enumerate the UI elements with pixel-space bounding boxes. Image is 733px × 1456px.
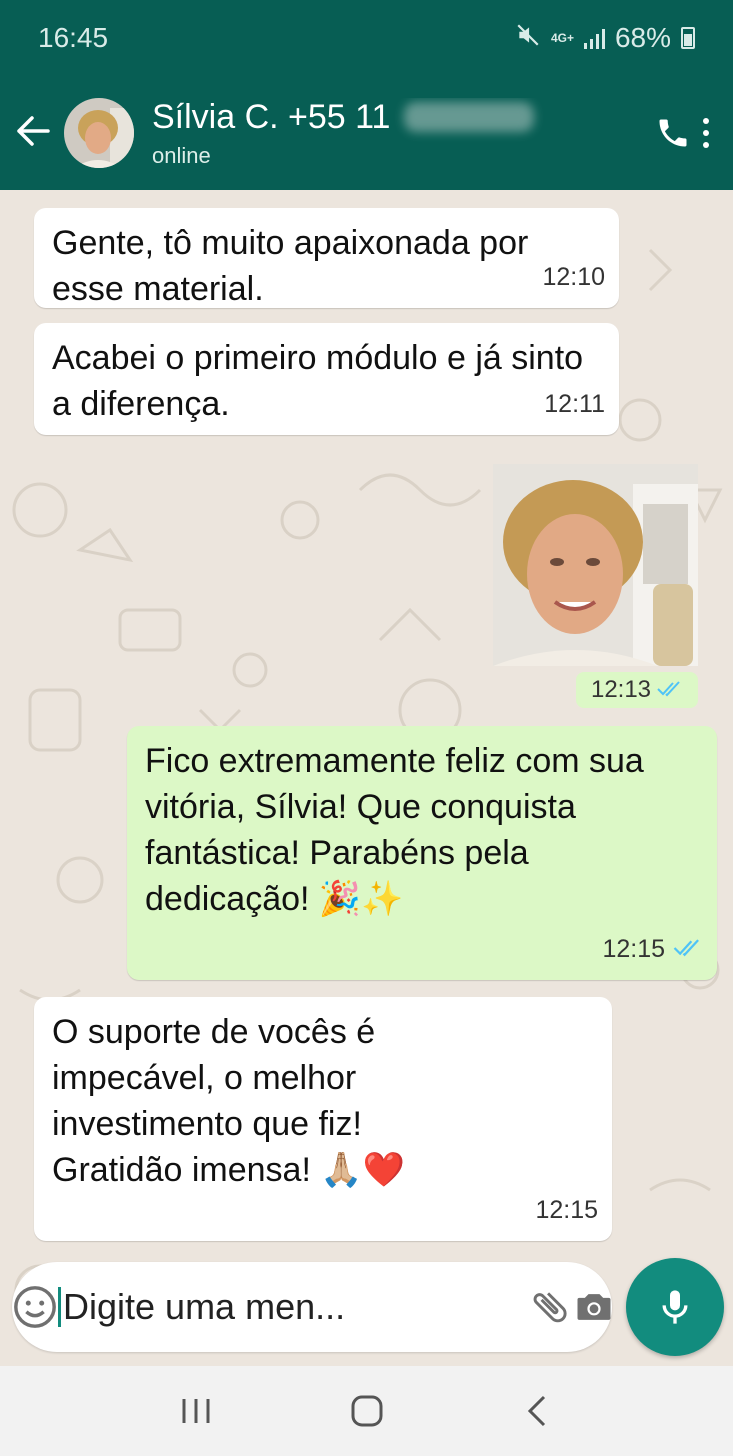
recents-icon[interactable]: [156, 1381, 236, 1441]
message-meta: 12:15: [602, 926, 703, 972]
signal-icon: [583, 27, 605, 49]
battery-level: 68%: [614, 22, 671, 53]
message-input[interactable]: [58, 1287, 528, 1327]
message-incoming[interactable]: O suporte de vocês é impecável, o melhor…: [34, 997, 612, 1241]
home-icon[interactable]: [327, 1381, 407, 1441]
read-ticks-icon: [673, 926, 703, 972]
message-text: Fico extremamente feliz com sua vitória,…: [145, 742, 644, 918]
contact-name-text: Sílvia C. +55 11: [152, 97, 391, 136]
message-incoming[interactable]: Gente, tô muito apaixonada por esse mate…: [34, 208, 619, 308]
message-text: O suporte de vocês é impecável, o melhor…: [52, 1013, 406, 1189]
message-meta: 12:11: [544, 381, 605, 427]
battery-icon: [681, 27, 695, 49]
contact-info[interactable]: Sílvia C. +55 11 online: [152, 98, 643, 169]
contact-name: Sílvia C. +55 11: [152, 98, 643, 137]
message-text: Gente, tô muito apaixonada por esse mate…: [52, 224, 529, 308]
read-ticks-icon: [657, 676, 683, 704]
more-vert-icon[interactable]: [703, 118, 709, 148]
photo-time: 12:13: [590, 676, 652, 703]
message-meta: 12:10: [542, 254, 605, 300]
message-time: 12:15: [535, 1196, 598, 1224]
paperclip-icon[interactable]: [528, 1285, 572, 1329]
contact-avatar[interactable]: [64, 98, 134, 168]
camera-icon[interactable]: [572, 1285, 616, 1329]
network-type: 4G+: [550, 31, 574, 45]
photo-meta: 12:13: [576, 672, 698, 708]
back-arrow-icon[interactable]: [2, 111, 64, 156]
message-meta: 12:15: [535, 1187, 598, 1233]
message-text: Acabei o primeiro módulo e já sinto a di…: [52, 339, 584, 423]
photo-message[interactable]: [493, 464, 698, 666]
smiley-icon[interactable]: [12, 1284, 58, 1330]
contact-status: online: [152, 142, 211, 168]
message-incoming[interactable]: Acabei o primeiro módulo e já sinto a di…: [34, 323, 619, 435]
status-indicators: 4G+ 68%: [515, 22, 695, 55]
message-input-bar: [12, 1262, 612, 1352]
microphone-button[interactable]: [626, 1258, 724, 1356]
message-outgoing[interactable]: Fico extremamente feliz com sua vitória,…: [127, 726, 717, 980]
system-nav-bar: [0, 1366, 733, 1456]
chat-area[interactable]: Gente, tô muito apaixonada por esse mate…: [0, 190, 733, 1366]
microphone-icon: [662, 1290, 688, 1324]
message-time: 12:10: [542, 263, 605, 291]
message-time: 12:11: [544, 390, 605, 418]
phone-icon[interactable]: [643, 115, 703, 151]
nav-back-icon[interactable]: [498, 1381, 578, 1441]
blurred-number: [404, 102, 535, 132]
chat-header: Sílvia C. +55 11 online: [0, 76, 733, 190]
status-bar: 16:45 4G+ 68%: [0, 0, 733, 76]
message-time: 12:15: [602, 935, 665, 963]
mute-icon: [515, 22, 541, 55]
status-time: 16:45: [38, 22, 109, 53]
